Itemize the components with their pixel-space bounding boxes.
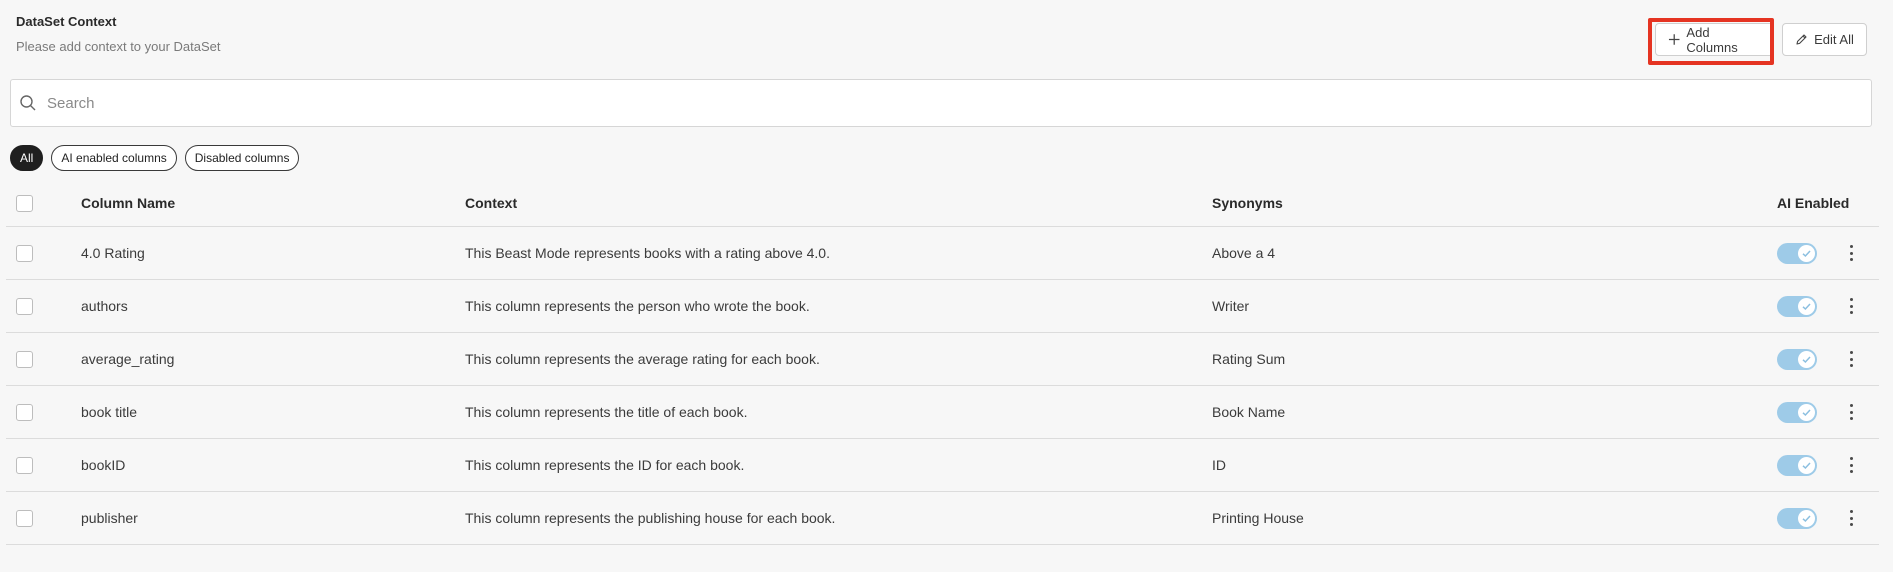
- row-checkbox[interactable]: [16, 403, 33, 421]
- kebab-menu-icon[interactable]: [1844, 242, 1858, 264]
- row-checkbox[interactable]: [16, 456, 33, 474]
- row-column-name: bookID: [81, 457, 126, 473]
- check-icon: [1802, 355, 1811, 363]
- search-input[interactable]: [45, 93, 1845, 113]
- ai-enabled-toggle[interactable]: [1777, 401, 1817, 423]
- header-column-name: Column Name: [81, 195, 176, 211]
- table-row: publisher This column represents the pub…: [6, 492, 1879, 545]
- page-subtitle: Please add context to your DataSet: [16, 39, 221, 54]
- row-synonyms: Writer: [1212, 298, 1250, 314]
- add-columns-button[interactable]: Add Columns: [1655, 23, 1774, 56]
- filter-chip-ai-enabled[interactable]: AI enabled columns: [51, 145, 177, 171]
- header-synonyms: Synonyms: [1212, 195, 1283, 211]
- row-synonyms: ID: [1212, 457, 1226, 473]
- row-checkbox[interactable]: [16, 509, 33, 527]
- filter-chip-disabled[interactable]: Disabled columns: [184, 145, 300, 171]
- table-header-row: Column Name Context Synonyms AI Enabled: [6, 180, 1879, 227]
- row-synonyms: Above a 4: [1212, 245, 1276, 261]
- search-box[interactable]: [10, 79, 1872, 127]
- kebab-menu-icon[interactable]: [1844, 348, 1858, 370]
- row-checkbox[interactable]: [16, 244, 33, 262]
- check-icon: [1802, 249, 1811, 257]
- kebab-menu-icon[interactable]: [1844, 454, 1858, 476]
- row-column-name: publisher: [81, 510, 138, 526]
- row-column-name: average_rating: [81, 351, 175, 367]
- filter-chips: All AI enabled columns Disabled columns: [10, 145, 300, 171]
- ai-enabled-toggle[interactable]: [1777, 454, 1817, 476]
- table-row: average_rating This column represents th…: [6, 333, 1879, 386]
- dataset-context-page: DataSet Context Please add context to yo…: [0, 0, 1893, 572]
- pencil-icon: [1796, 34, 1807, 45]
- ai-enabled-toggle[interactable]: [1777, 348, 1817, 370]
- kebab-menu-icon[interactable]: [1844, 507, 1858, 529]
- row-context: This column represents the title of each…: [465, 404, 748, 420]
- table-row: authors This column represents the perso…: [6, 280, 1879, 333]
- row-synonyms: Book Name: [1212, 404, 1286, 420]
- page-title: DataSet Context: [16, 14, 117, 29]
- kebab-menu-icon[interactable]: [1844, 401, 1858, 423]
- check-icon: [1802, 461, 1811, 469]
- row-checkbox[interactable]: [16, 297, 33, 315]
- table-row: book title This column represents the ti…: [6, 386, 1879, 439]
- edit-all-button[interactable]: Edit All: [1782, 23, 1867, 56]
- check-icon: [1802, 302, 1811, 310]
- row-context: This column represents the ID for each b…: [465, 457, 745, 473]
- ai-enabled-toggle[interactable]: [1777, 295, 1817, 317]
- row-column-name: authors: [81, 298, 128, 314]
- row-synonyms: Printing House: [1212, 510, 1304, 526]
- select-all-checkbox[interactable]: [16, 194, 33, 212]
- row-column-name: 4.0 Rating: [81, 245, 145, 261]
- table-row: 4.0 Rating This Beast Mode represents bo…: [6, 227, 1879, 280]
- header-context: Context: [465, 195, 518, 211]
- search-icon: [20, 95, 36, 111]
- check-icon: [1802, 408, 1811, 416]
- columns-table: Column Name Context Synonyms AI Enabled …: [6, 180, 1879, 545]
- filter-chip-all[interactable]: All: [10, 145, 44, 171]
- check-icon: [1802, 514, 1811, 522]
- edit-all-label: Edit All: [1814, 32, 1854, 47]
- row-synonyms: Rating Sum: [1212, 351, 1286, 367]
- row-context: This column represents the person who wr…: [465, 298, 810, 314]
- ai-enabled-toggle[interactable]: [1777, 507, 1817, 529]
- row-context: This Beast Mode represents books with a …: [465, 245, 830, 261]
- table-row: bookID This column represents the ID for…: [6, 439, 1879, 492]
- row-context: This column represents the average ratin…: [465, 351, 820, 367]
- ai-enabled-toggle[interactable]: [1777, 242, 1817, 264]
- add-columns-label: Add Columns: [1686, 24, 1738, 55]
- header-ai-enabled: AI Enabled: [1777, 195, 1850, 211]
- kebab-menu-icon[interactable]: [1844, 295, 1858, 317]
- row-checkbox[interactable]: [16, 350, 33, 368]
- row-context: This column represents the publishing ho…: [465, 510, 836, 526]
- plus-icon: [1668, 34, 1680, 45]
- row-column-name: book title: [81, 404, 138, 420]
